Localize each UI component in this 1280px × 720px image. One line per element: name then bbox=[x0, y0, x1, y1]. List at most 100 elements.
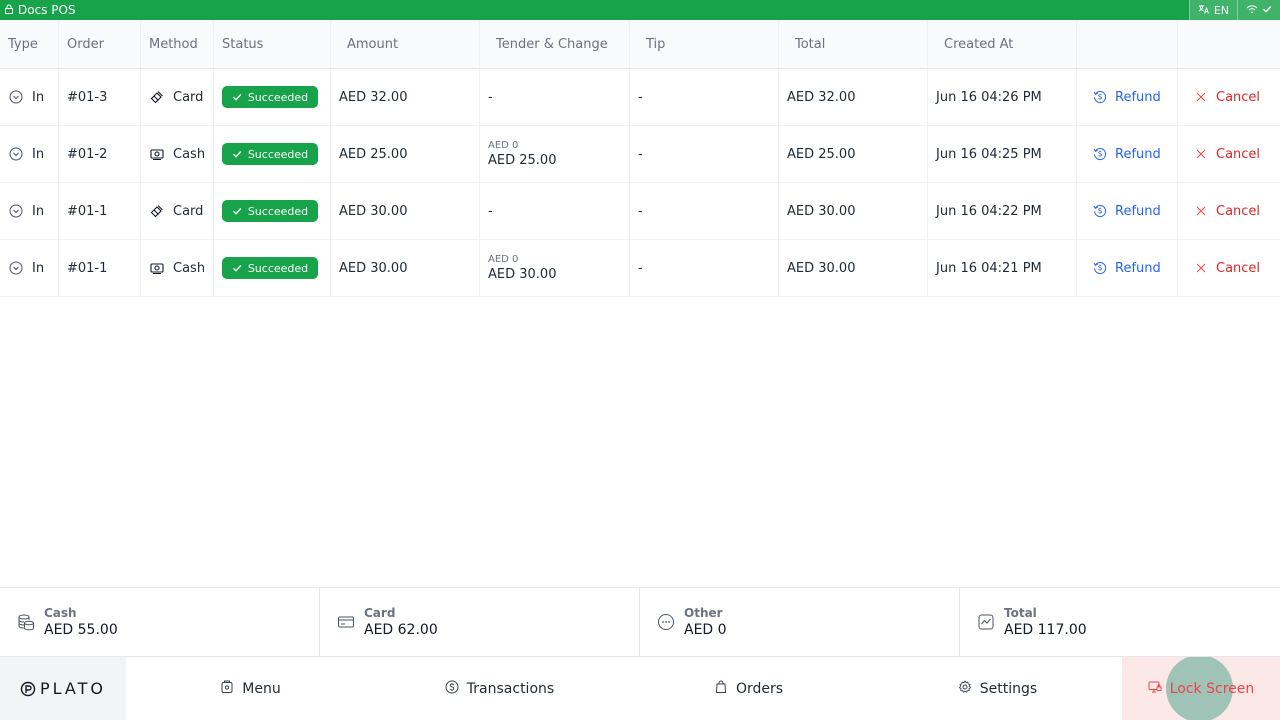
status-label: Succeeded bbox=[247, 204, 309, 218]
close-icon bbox=[1194, 147, 1208, 161]
type-label: In bbox=[32, 146, 45, 162]
method-cell: Card bbox=[141, 69, 214, 125]
card-icon bbox=[149, 89, 165, 105]
translate-icon bbox=[1198, 4, 1210, 17]
method-label: Cash bbox=[173, 260, 206, 276]
gear-icon bbox=[958, 679, 972, 698]
summary-total-value: AED 117.00 bbox=[1004, 622, 1087, 638]
cancel-cell: Cancel bbox=[1178, 69, 1280, 125]
tip-cell: - bbox=[630, 240, 779, 296]
close-icon bbox=[1194, 261, 1208, 275]
amount-cell: AED 25.00 bbox=[331, 126, 480, 182]
type-cell: In bbox=[0, 126, 59, 182]
status-badge: Succeeded bbox=[222, 200, 318, 222]
type-label: In bbox=[32, 260, 45, 276]
nav-settings[interactable]: Settings bbox=[873, 657, 1122, 720]
tip-cell: - bbox=[630, 69, 779, 125]
status-label: Succeeded bbox=[247, 90, 309, 104]
dots-circle-icon bbox=[656, 612, 676, 632]
refund-button[interactable]: Refund bbox=[1077, 147, 1161, 162]
order-number: #01-3 bbox=[67, 89, 108, 105]
amount-cell: AED 30.00 bbox=[331, 183, 480, 239]
cancel-button[interactable]: Cancel bbox=[1178, 147, 1260, 162]
refund-icon bbox=[1093, 90, 1107, 104]
chevron-circle-icon bbox=[8, 260, 24, 276]
status-badge: Succeeded bbox=[222, 257, 318, 279]
close-icon bbox=[1194, 90, 1208, 104]
table-row[interactable]: In #01-2 Cash Succeeded AED 25.00 AED 0 AED 25… bbox=[0, 126, 1280, 183]
chevron-circle-icon bbox=[8, 146, 24, 162]
summary-total-label: Total bbox=[1004, 606, 1037, 620]
amount-cell: AED 30.00 bbox=[331, 240, 480, 296]
summary-other-label: Other bbox=[684, 606, 723, 620]
check-icon bbox=[232, 206, 242, 216]
cancel-button[interactable]: Cancel bbox=[1178, 204, 1260, 219]
refund-label: Refund bbox=[1115, 146, 1161, 162]
created-at-cell: Jun 16 04:22 PM bbox=[928, 183, 1077, 239]
method-label: Card bbox=[173, 89, 204, 105]
check-icon bbox=[232, 149, 242, 159]
refund-cell: Refund bbox=[1077, 126, 1178, 182]
lock-screen-button[interactable]: Lock Screen bbox=[1122, 657, 1280, 720]
table-row[interactable]: In #01-1 Card Succeeded AED 30.00- - AED 30.00… bbox=[0, 183, 1280, 240]
bottom-navigation: PLATO Menu Transactions Orders Settings … bbox=[0, 657, 1280, 720]
tender-amount: AED 25.00 bbox=[488, 153, 557, 168]
wifi-icon bbox=[1246, 4, 1258, 17]
tender-change-cell: AED 0 AED 30.00 bbox=[480, 240, 630, 296]
language-switcher[interactable]: EN bbox=[1188, 0, 1237, 20]
status-badge: Succeeded bbox=[222, 143, 318, 165]
nav-orders[interactable]: Orders bbox=[624, 657, 873, 720]
app-title: Docs POS bbox=[0, 3, 76, 17]
language-label: EN bbox=[1213, 3, 1229, 17]
summary-cash-value: AED 55.00 bbox=[44, 622, 118, 638]
method-cell: Card bbox=[141, 183, 214, 239]
refund-label: Refund bbox=[1115, 203, 1161, 219]
refund-label: Refund bbox=[1115, 260, 1161, 276]
refund-button[interactable]: Refund bbox=[1077, 204, 1161, 219]
order-number: #01-1 bbox=[67, 203, 108, 219]
total-cell: AED 32.00 bbox=[779, 69, 928, 125]
header-status: Status bbox=[214, 20, 331, 68]
refund-button[interactable]: Refund bbox=[1077, 261, 1161, 276]
summary-card-label: Card bbox=[364, 606, 396, 620]
summary-cash: Cash AED 55.00 bbox=[0, 588, 320, 656]
table-row[interactable]: In #01-3 Card Succeeded AED 32.00- - AED 32.00… bbox=[0, 69, 1280, 126]
cancel-button[interactable]: Cancel bbox=[1178, 90, 1260, 105]
type-cell: In bbox=[0, 183, 59, 239]
cancel-cell: Cancel bbox=[1178, 126, 1280, 182]
method-cell: Cash bbox=[141, 126, 214, 182]
header-actions bbox=[1077, 20, 1178, 68]
order-cell: #01-3 bbox=[59, 69, 141, 125]
connection-status[interactable] bbox=[1237, 0, 1280, 20]
nav-menu[interactable]: Menu bbox=[126, 657, 375, 720]
table-row[interactable]: In #01-1 Cash Succeeded AED 30.00 AED 0 AED 30… bbox=[0, 240, 1280, 297]
monitor-lock-icon bbox=[1148, 680, 1162, 698]
tender-change-cell: - bbox=[480, 69, 630, 125]
nav-transactions[interactable]: Transactions bbox=[375, 657, 624, 720]
tip-cell: - bbox=[630, 183, 779, 239]
refund-icon bbox=[1093, 261, 1107, 275]
header-tender-change: Tender & Change bbox=[480, 20, 630, 68]
dollar-circle-icon bbox=[445, 680, 459, 698]
created-at-cell: Jun 16 04:26 PM bbox=[928, 69, 1077, 125]
shopping-bag-icon bbox=[714, 680, 728, 698]
plato-logo-text: PLATO bbox=[40, 679, 106, 698]
nav-settings-label: Settings bbox=[979, 680, 1038, 697]
nav-menu-label: Menu bbox=[242, 680, 281, 697]
status-label: Succeeded bbox=[247, 147, 309, 161]
header-total: Total bbox=[779, 20, 928, 68]
summary-other: Other AED 0 bbox=[640, 588, 960, 656]
summary-other-value: AED 0 bbox=[684, 622, 727, 638]
header-order: Order bbox=[59, 20, 141, 68]
tender-amount: AED 30.00 bbox=[488, 267, 557, 282]
change-amount: AED 0 bbox=[488, 254, 519, 265]
cancel-button[interactable]: Cancel bbox=[1178, 261, 1260, 276]
summary-total: Total AED 117.00 bbox=[960, 588, 1280, 656]
cash-icon bbox=[149, 146, 165, 162]
totals-summary: Cash AED 55.00 Card AED 62.00 Other AED … bbox=[0, 587, 1280, 657]
refund-button[interactable]: Refund bbox=[1077, 90, 1161, 105]
card-icon bbox=[149, 203, 165, 219]
cash-icon bbox=[149, 260, 165, 276]
nav-transactions-label: Transactions bbox=[466, 680, 555, 697]
total-cell: AED 25.00 bbox=[779, 126, 928, 182]
